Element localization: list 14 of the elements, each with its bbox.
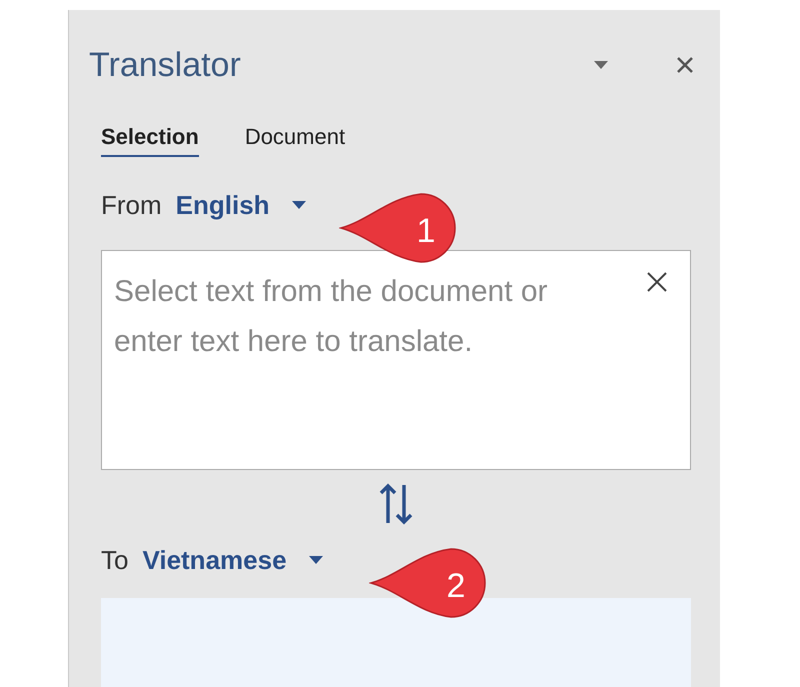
tab[interactable]: Document bbox=[244, 120, 346, 157]
caret-icon bbox=[308, 556, 323, 564]
caret-icon bbox=[292, 201, 306, 209]
close-icon[interactable] bbox=[676, 56, 694, 74]
language-dropdown[interactable]: Vietnamese bbox=[142, 540, 323, 580]
caret-icon[interactable] bbox=[594, 61, 608, 69]
swap-icon[interactable] bbox=[379, 483, 413, 525]
to-label: To bbox=[101, 544, 128, 576]
from-label: From bbox=[101, 188, 162, 222]
tab[interactable]: Selection bbox=[101, 120, 199, 157]
language-dropdown[interactable]: English bbox=[176, 186, 306, 224]
input-field[interactable]: Select text from the document or enter text here to translate. bbox=[101, 250, 691, 470]
pane-title: Translator bbox=[89, 44, 241, 86]
clear-icon[interactable] bbox=[647, 272, 667, 292]
